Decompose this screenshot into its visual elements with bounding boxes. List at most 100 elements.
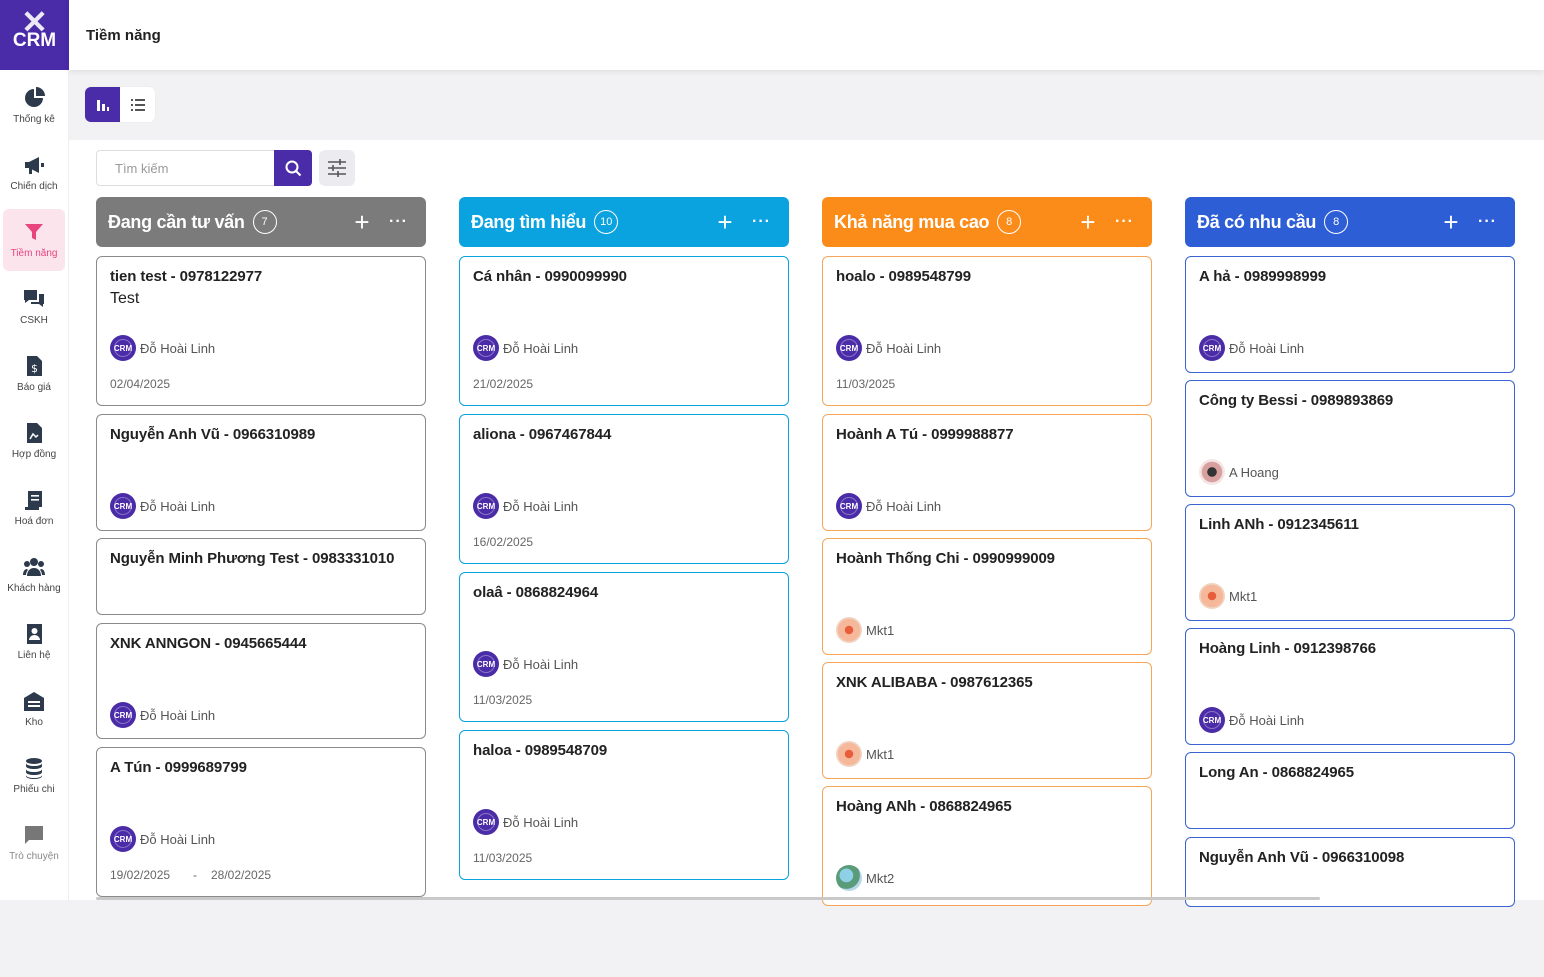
owner-avatar: CRM [1199,707,1225,733]
list-view-button[interactable] [120,87,155,122]
lead-card[interactable]: XNK ALIBABA - 0987612365Mkt1 [822,662,1152,779]
sidebar-nav: Thống kê Chiến dịch Tiềm năng CSKH$Báo giá H… [0,70,68,874]
lead-owner: CRMĐỗ Hoài Linh [110,493,215,519]
lead-card[interactable]: Nguyễn Anh Vũ - 0966310989CRMĐỗ Hoài Lin… [96,414,426,531]
sidebar-item-label: Thống kê [13,114,55,125]
lead-name: XNK ANNGON - 0945665444 [110,635,412,652]
lead-card[interactable]: tien test - 0978122977TestCRMĐỗ Hoài Lin… [96,256,426,406]
sidebar-item-5[interactable]: $Báo giá [3,343,65,405]
list-icon [130,97,146,113]
lead-card[interactable]: haloa - 0989548709CRMĐỗ Hoài Linh11/03/2… [459,730,789,880]
lead-owner: CRMĐỗ Hoài Linh [110,335,215,361]
lead-name: Nguyễn Minh Phương Test - 0983331010 [110,550,412,567]
lead-name: Linh ANh - 0912345611 [1199,516,1501,533]
owner-name: Đỗ Hoài Linh [503,499,578,514]
lead-owner: Mkt2 [836,865,894,891]
page-title: Tiềm năng [86,27,161,44]
column-more-button[interactable]: ··· [1115,213,1134,231]
owner-name: A Hoang [1229,465,1279,480]
date-separator: - [193,868,197,882]
sidebar-item-3[interactable]: Tiềm năng [3,209,65,271]
owner-avatar: CRM [110,826,136,852]
sidebar-item-12[interactable]: Trò chuyện [3,812,65,874]
search-input[interactable]: Tìm kiếm [96,150,274,186]
header: Tiềm năng [69,0,1544,70]
lead-owner: CRMĐỗ Hoài Linh [473,335,578,361]
add-card-button[interactable]: + [349,212,375,232]
lead-card[interactable]: Hoành A Tú - 0999988877CRMĐỗ Hoài Linh [822,414,1152,531]
column-title: Khả năng mua cao [834,212,989,233]
owner-avatar: CRM [473,809,499,835]
lead-name: Nguyễn Anh Vũ - 0966310098 [1199,849,1501,866]
lead-card[interactable]: A Tún - 0999689799CRMĐỗ Hoài Linh19/02/2… [96,747,426,897]
column-header: Đang cần tư vấn7+··· [96,197,426,247]
lead-card[interactable]: olaâ - 0868824964CRMĐỗ Hoài Linh11/03/20… [459,572,789,722]
lead-card[interactable]: Long An - 0868824965 [1185,752,1515,829]
sidebar-item-7[interactable]: Hoá đơn [3,477,65,539]
column-more-button[interactable]: ··· [752,213,771,231]
owner-name: Mkt1 [866,623,894,638]
column-title: Đang cần tư vấn [108,212,245,233]
column-more-button[interactable]: ··· [389,213,408,231]
lead-date: 21/02/2025 [473,377,533,391]
lead-card[interactable]: Cá nhân - 0990099990CRMĐỗ Hoài Linh21/02… [459,256,789,406]
lead-end-date: 28/02/2025 [211,868,271,882]
lead-card[interactable]: A hả - 0989998999CRMĐỗ Hoài Linh [1185,256,1515,373]
lead-name: haloa - 0989548709 [473,742,775,759]
owner-name: Đỗ Hoài Linh [866,341,941,356]
filter-settings-button[interactable] [319,150,355,186]
sidebar-item-2[interactable]: Chiến dịch [3,142,65,204]
sidebar-item-1[interactable]: Thống kê [3,75,65,137]
sidebar-item-8[interactable]: Khách hàng [3,544,65,606]
lead-card[interactable]: Công ty Bessi - 0989893869A Hoang [1185,380,1515,497]
lead-date: 16/02/2025 [473,535,533,549]
sidebar-item-label: Tiềm năng [11,248,58,259]
search-icon [285,160,302,177]
owner-avatar [836,865,862,891]
owner-avatar: CRM [836,335,862,361]
sidebar-item-label: Khách hàng [7,583,60,594]
lead-card[interactable]: hoalo - 0989548799CRMĐỗ Hoài Linh11/03/2… [822,256,1152,406]
lead-card[interactable]: aliona - 0967467844CRMĐỗ Hoài Linh16/02/… [459,414,789,564]
contact-book-icon [23,623,45,645]
lead-owner: Mkt1 [1199,583,1257,609]
column-header: Đã có nhu cầu8+··· [1185,197,1515,247]
app-logo[interactable]: ✕ CRM [0,0,69,70]
message-icon [23,824,45,846]
search-bar: Tìm kiếm [96,150,312,186]
dollar-document-icon: $ [23,355,45,377]
lead-owner: CRMĐỗ Hoài Linh [473,651,578,677]
lead-name: Hoàng ANh - 0868824965 [836,798,1138,815]
add-card-button[interactable]: + [712,212,738,232]
lead-name: A Tún - 0999689799 [110,759,412,776]
kanban-column: Đang cần tư vấn7+···tien test - 09781229… [96,197,426,977]
sidebar-item-4[interactable]: CSKH [3,276,65,338]
sidebar-item-label: Hoá đơn [15,516,54,527]
search-button[interactable] [274,150,312,186]
kanban-view-button[interactable] [85,87,120,122]
sidebar-item-10[interactable]: Kho [3,678,65,740]
add-card-button[interactable]: + [1438,212,1464,232]
lead-name: Long An - 0868824965 [1199,764,1501,781]
sidebar-item-11[interactable]: Phiếu chi [3,745,65,807]
lead-card[interactable]: Hoàng Linh - 0912398766CRMĐỗ Hoài Linh [1185,628,1515,745]
sidebar-item-label: Chiến dịch [10,181,57,192]
sidebar-item-9[interactable]: Liên hệ [3,611,65,673]
lead-name: aliona - 0967467844 [473,426,775,443]
owner-avatar: CRM [836,493,862,519]
sidebar-item-label: Liên hệ [18,650,51,661]
sidebar-item-6[interactable]: Hợp đồng [3,410,65,472]
sidebar-item-label: Kho [25,717,43,728]
lead-owner: CRMĐỗ Hoài Linh [473,809,578,835]
lead-card[interactable]: Linh ANh - 0912345611 Mkt1 [1185,504,1515,621]
column-more-button[interactable]: ··· [1478,213,1497,231]
lead-card[interactable]: Hoành Thống Chi - 0990999009Mkt1 [822,538,1152,655]
sidebar-item-label: Hợp đồng [12,449,56,460]
kanban-column: Khả năng mua cao8+···hoalo - 0989548799C… [822,197,1152,977]
lead-card[interactable]: Hoàng ANh - 0868824965 Mkt2 [822,786,1152,906]
lead-date: 11/03/2025 [836,377,895,391]
add-card-button[interactable]: + [1075,212,1101,232]
lead-owner: CRM Đỗ Hoài Linh [836,335,941,361]
lead-card[interactable]: XNK ANNGON - 0945665444CRMĐỗ Hoài Linh [96,623,426,739]
lead-card[interactable]: Nguyễn Minh Phương Test - 0983331010 [96,538,426,615]
